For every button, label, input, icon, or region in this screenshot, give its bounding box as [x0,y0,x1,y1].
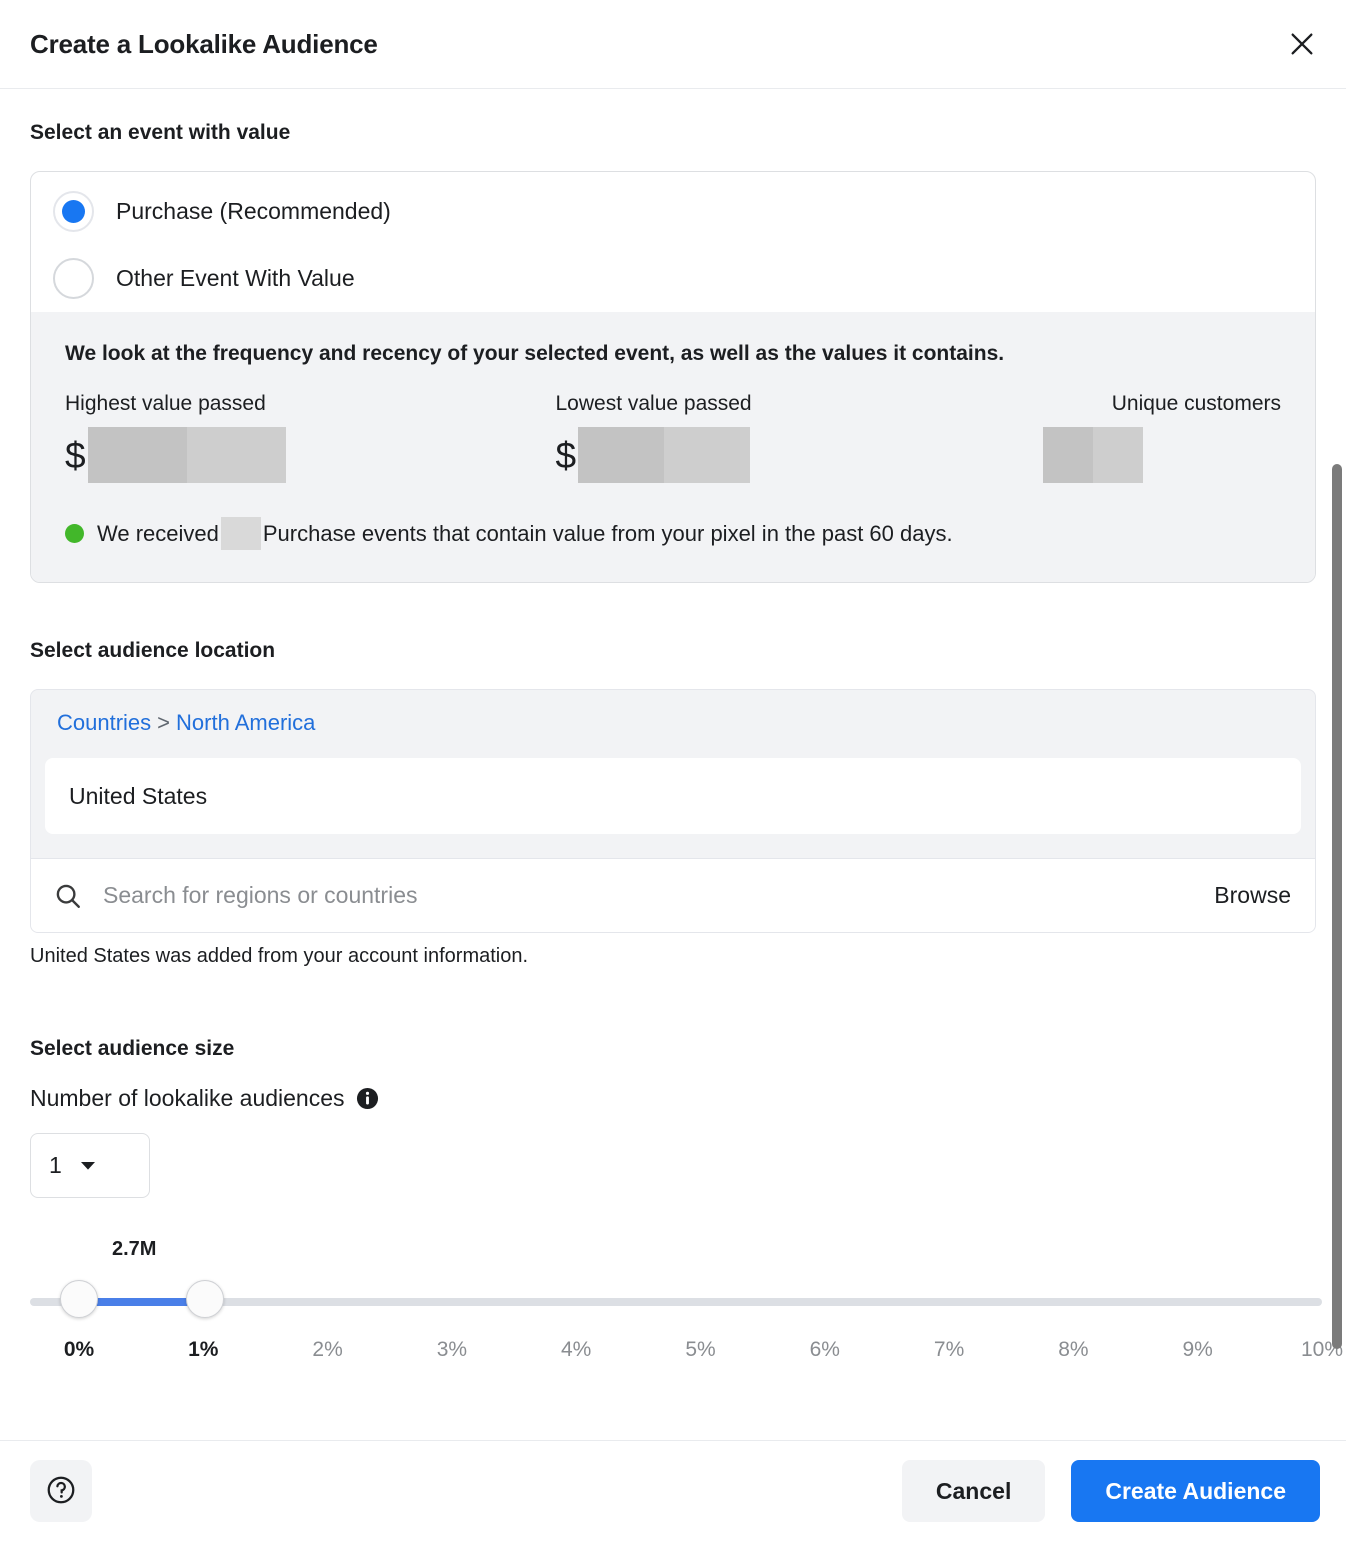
redacted-value [87,427,286,483]
pixel-status-row: We received Purchase events that contain… [65,517,1281,550]
number-of-audiences-label: Number of lookalike audiences [30,1085,345,1111]
radio-option-purchase[interactable]: Purchase (Recommended) [31,172,1315,245]
selected-location-label: United States [69,782,208,809]
info-icon[interactable] [356,1087,379,1110]
vertical-scrollbar-thumb[interactable] [1332,464,1342,1349]
radio-option-other-event[interactable]: Other Event With Value [31,245,1315,312]
cancel-button[interactable]: Cancel [901,1460,1046,1522]
location-section: Select audience location Countries > North… [30,639,1316,968]
slider-tick-2pct: 2% [312,1338,343,1361]
dialog-footer: Cancel Create Audience [0,1440,1346,1541]
status-dot-icon [65,524,84,543]
dialog-header: Create a Lookalike Audience [0,0,1346,89]
slider-handle-end[interactable] [186,1280,224,1318]
close-icon [1288,30,1316,58]
search-icon [53,881,87,911]
radio-purchase-indicator[interactable] [53,191,94,232]
breadcrumb: Countries > North America [31,690,1315,736]
slider-tick-6pct: 6% [809,1338,840,1361]
location-section-title: Select audience location [30,639,276,662]
stat-unique-customers-label: Unique customers [1111,392,1281,415]
radio-purchase-label: Purchase (Recommended) [116,198,391,224]
event-card: Purchase (Recommended) Other Event With … [30,171,1316,583]
browse-link[interactable]: Browse [1214,882,1291,909]
slider-tick-8pct: 8% [1058,1338,1089,1361]
stat-unique-customers-value [1043,427,1281,483]
breadcrumb-countries-link[interactable]: Countries [57,710,151,735]
create-audience-button[interactable]: Create Audience [1071,1460,1320,1522]
pixel-status-prefix: We received [97,520,219,546]
stat-highest-value-label: Highest value passed [65,392,266,415]
currency-symbol: $ [555,434,577,476]
stat-highest-value-value: $ [65,427,555,483]
stat-unique-customers: Unique customers [1043,392,1281,483]
slider-tick-5pct: 5% [685,1338,716,1361]
location-card: Countries>North America United States Br… [30,689,1316,933]
event-section-title: Select an event with value [30,121,291,144]
redacted-value [1043,427,1144,483]
redacted-count [220,517,261,550]
stat-lowest-value: Lowest value passed $ [555,392,1043,483]
stat-highest-value: Highest value passed $ [65,392,555,483]
slider-tick-4pct: 4% [561,1338,592,1361]
slider-handle-start[interactable] [60,1280,98,1318]
slider-tick-7pct: 7% [933,1338,965,1361]
event-stats: Highest value passed $ Lowest value pass… [65,392,1281,483]
audience-size-section: Select audience size Number of lookalike… [30,1037,1343,1361]
location-note: United States was added from your accoun… [30,945,529,967]
radio-other-event-indicator[interactable] [53,258,94,299]
slider-track-area[interactable] [30,1280,1322,1324]
number-of-audiences-label-row: Number of lookalike audiences [30,1085,1316,1112]
stat-lowest-value-label: Lowest value passed [555,392,752,415]
help-button[interactable] [30,1460,92,1522]
close-dialog-button[interactable] [1280,22,1324,66]
location-search-row: Browse [31,858,1315,932]
selected-location-item[interactable]: United States [45,758,1301,834]
slider-tick-3pct: 3% [436,1338,468,1361]
slider-tick-9pct: 9% [1182,1338,1213,1361]
event-section: Select an event with value Purchase (Rec… [30,121,1316,583]
help-circle-icon [45,1474,77,1509]
redacted-value [578,427,751,483]
event-info-panel: We look at the frequency and recency of … [31,312,1315,582]
number-of-audiences-select[interactable]: 1 [30,1133,150,1198]
chevron-down-icon [80,1161,96,1171]
currency-symbol: $ [65,434,86,476]
slider-tick-1pct: 1% [188,1338,219,1361]
radio-other-event-label: Other Event With Value [116,265,355,291]
slider-ticks: 0% 1% 2% 3% 4% 5% 6% 7% 8% 9% 10% [30,1338,1343,1368]
slider-value-bubble: 2.7M [112,1238,157,1260]
breadcrumb-north-america-link[interactable]: North America [176,710,315,735]
audience-size-title: Select audience size [30,1037,235,1060]
dialog-title: Create a Lookalike Audience [30,28,378,59]
dialog-body: Select an event with value Purchase (Rec… [0,89,1346,1440]
number-of-audiences-value: 1 [49,1152,62,1178]
breadcrumb-separator: > [157,710,171,735]
pixel-status-suffix: Purchase events that contain value from … [262,520,953,546]
slider-tick-0pct: 0% [63,1338,95,1361]
stat-lowest-value-value: $ [555,427,1043,483]
location-search-input[interactable] [103,882,1215,909]
create-lookalike-audience-dialog: Create a Lookalike Audience Select an ev… [0,0,1346,1541]
event-info-lead: We look at the frequency and recency of … [65,342,1005,365]
audience-size-slider: 2.7M 0% 1% 2% 3% 4% 5% 6% 7% 8% 9% 10% [30,1238,1343,1361]
